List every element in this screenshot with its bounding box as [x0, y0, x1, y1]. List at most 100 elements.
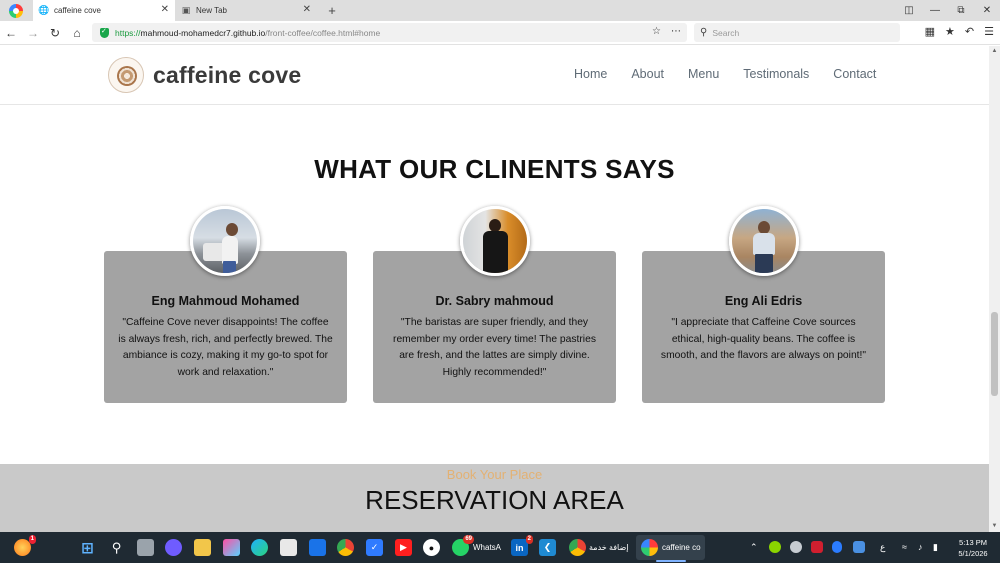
- close-tab-icon[interactable]: ✕: [303, 4, 311, 15]
- site-logo[interactable]: caffeine cove: [108, 57, 301, 93]
- minimize-icon[interactable]: —: [922, 5, 948, 16]
- restore-icon[interactable]: ⧉: [948, 5, 974, 16]
- menu-icon[interactable]: ☰: [984, 25, 994, 38]
- taskbar: 1 ⊞ ⚲ ✓ ▶ ● 69 WhatsA in 2 ❮ إضافة خدمة …: [0, 532, 1000, 563]
- globe-icon: 🌐: [38, 5, 50, 15]
- address-bar[interactable]: https:// mahmoud-mohamedcr7.github.io /f…: [92, 23, 687, 42]
- site-header: caffeine cove Home About Menu Testimonal…: [0, 46, 989, 105]
- url-scheme: https://: [115, 27, 141, 38]
- whatsapp-icon[interactable]: 69: [452, 535, 474, 556]
- input-language[interactable]: ع: [880, 542, 885, 553]
- clock-time: 5:13 PM: [959, 538, 987, 547]
- tray-app-icon[interactable]: [769, 541, 781, 553]
- reservation-subtitle: Book Your Place: [446, 467, 543, 482]
- scroll-up-arrow-icon[interactable]: ▲: [989, 46, 1000, 57]
- undo-icon[interactable]: ↶: [965, 25, 974, 38]
- active-app-indicator: [656, 560, 686, 562]
- page-icon: ▣: [181, 5, 191, 15]
- linkedin-badge: 2: [525, 535, 533, 544]
- window-controls: ◫ — ⧉ ✕: [896, 0, 1000, 21]
- reservation-section: Book Your Place RESERVATION AREA: [0, 464, 989, 532]
- nav-contact[interactable]: Contact: [833, 67, 876, 81]
- tray-office-icon[interactable]: [811, 541, 823, 553]
- bluetooth-icon[interactable]: [832, 541, 842, 553]
- file-explorer-icon[interactable]: [194, 539, 211, 556]
- url-host: mahmoud-mohamedcr7.github.io: [140, 27, 266, 38]
- weather-widget-icon[interactable]: 1: [14, 535, 36, 556]
- more-options-icon[interactable]: ⋯: [671, 26, 681, 37]
- client-quote: "I appreciate that Caffeine Cove sources…: [660, 317, 867, 361]
- tab-new-tab[interactable]: ▣ New Tab ✕: [175, 0, 317, 21]
- search-placeholder: Search: [712, 27, 740, 38]
- tab-caffeine-cove[interactable]: 🌐 caffeine cove ✕: [33, 0, 175, 21]
- home-icon[interactable]: ⌂: [66, 26, 88, 40]
- tray-cloud-icon[interactable]: [790, 541, 802, 553]
- bookmark-star-icon[interactable]: ☆: [652, 26, 661, 37]
- linkedin-icon[interactable]: in 2: [511, 535, 533, 556]
- vscode-icon[interactable]: ❮: [539, 539, 556, 556]
- tab-title: caffeine cove: [54, 6, 101, 15]
- tray-chevron-up-icon[interactable]: ⌃: [750, 542, 758, 553]
- nav-about[interactable]: About: [631, 67, 664, 81]
- client-avatar: [460, 206, 530, 276]
- client-quote: "The baristas are super friendly, and th…: [393, 317, 596, 378]
- nav-testimonials[interactable]: Testimonals: [743, 67, 809, 81]
- widget-badge: 1: [28, 535, 36, 544]
- forward-arrow-icon[interactable]: →: [22, 26, 44, 40]
- youtube-icon[interactable]: ▶: [395, 539, 412, 556]
- browser-tab-strip: 🌐 caffeine cove ✕ ▣ New Tab ✕ + ◫ — ⧉ ✕: [0, 0, 1000, 21]
- page-viewport: caffeine cove Home About Menu Testimonal…: [0, 46, 989, 532]
- client-quote: "Caffeine Cove never disappoints! The co…: [118, 317, 333, 378]
- back-arrow-icon[interactable]: ←: [0, 26, 22, 40]
- todo-icon[interactable]: ✓: [366, 539, 383, 556]
- security-shield-icon[interactable]: [100, 27, 109, 38]
- wifi-icon[interactable]: ≈: [902, 542, 907, 552]
- new-tab-button[interactable]: +: [325, 3, 339, 18]
- site-nav: Home About Menu Testimonals Contact: [574, 67, 900, 81]
- reload-icon[interactable]: ↻: [44, 26, 66, 40]
- page-scrollbar[interactable]: ▲ ▼: [989, 46, 1000, 532]
- edge-icon[interactable]: [251, 539, 268, 556]
- clock-date: 5/1/2026: [958, 549, 988, 558]
- browser-logo-icon[interactable]: [9, 3, 23, 18]
- tab-title: New Tab: [196, 6, 227, 15]
- url-path: /front-coffee/coffee.html#home: [265, 27, 381, 38]
- reservation-title: RESERVATION AREA: [365, 485, 624, 515]
- address-bar-actions: ☆ ⋯: [652, 26, 681, 37]
- search-input[interactable]: ⚲ Search: [694, 23, 900, 42]
- scrollbar-thumb[interactable]: [991, 312, 998, 396]
- browser-app-icon[interactable]: [641, 539, 658, 556]
- favorites-icon[interactable]: ★: [945, 25, 955, 38]
- copilot-icon[interactable]: [223, 539, 240, 556]
- store-icon[interactable]: [280, 539, 297, 556]
- client-avatar: [190, 206, 260, 276]
- task-view-icon[interactable]: [137, 539, 154, 556]
- close-window-icon[interactable]: ✕: [974, 5, 1000, 16]
- client-name: Dr. Sabry mahmoud: [435, 294, 554, 308]
- whatsapp-label: WhatsA: [473, 543, 502, 552]
- mail-icon[interactable]: [309, 539, 326, 556]
- start-windows-icon[interactable]: ⊞: [79, 539, 96, 557]
- search-icon[interactable]: ⚲: [108, 539, 125, 556]
- nav-menu[interactable]: Menu: [688, 67, 719, 81]
- system-clock[interactable]: 5:13 PM 5/1/2026: [948, 537, 998, 559]
- battery-icon[interactable]: ▮: [933, 542, 938, 553]
- browser-toolbar: ← → ↻ ⌂ https:// mahmoud-mohamedcr7.gith…: [0, 21, 1000, 45]
- testimonials-title: WHAT OUR CLINENTS SAYS: [314, 154, 675, 184]
- client-name: Eng Mahmoud Mohamed: [151, 294, 300, 308]
- teams-icon[interactable]: [165, 539, 182, 556]
- active-app-label: caffeine co: [662, 543, 701, 552]
- volume-icon[interactable]: ♪: [918, 542, 923, 552]
- github-icon[interactable]: ●: [423, 539, 440, 556]
- scroll-down-arrow-icon[interactable]: ▼: [989, 521, 1000, 532]
- chrome-profile-icon[interactable]: [569, 539, 586, 556]
- search-icon: ⚲: [700, 27, 708, 38]
- tab-search-icon[interactable]: ◫: [896, 5, 922, 16]
- grid-icon[interactable]: ▦: [925, 25, 935, 38]
- chrome-icon[interactable]: [337, 539, 354, 556]
- close-tab-icon[interactable]: ✕: [161, 4, 169, 15]
- client-name: Eng Ali Edris: [724, 294, 803, 308]
- tray-photo-icon[interactable]: [853, 541, 865, 553]
- nav-home[interactable]: Home: [574, 67, 607, 81]
- brand-name: caffeine cove: [153, 61, 302, 88]
